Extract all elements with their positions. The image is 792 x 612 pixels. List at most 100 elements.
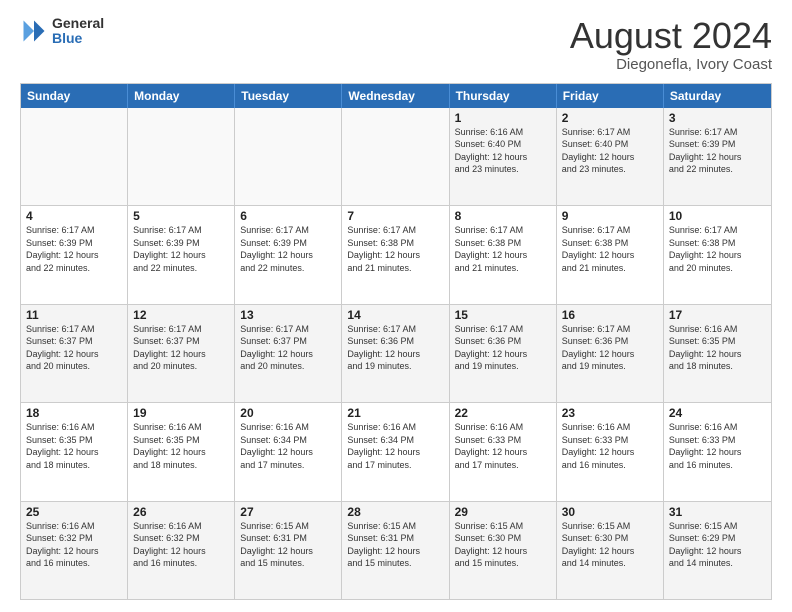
day-number: 19 [133, 406, 229, 420]
day-number: 5 [133, 209, 229, 223]
day-cell-16: 16Sunrise: 6:17 AM Sunset: 6:36 PM Dayli… [557, 305, 664, 402]
day-number: 29 [455, 505, 551, 519]
day-number: 16 [562, 308, 658, 322]
day-cell-14: 14Sunrise: 6:17 AM Sunset: 6:36 PM Dayli… [342, 305, 449, 402]
calendar-row-2: 4Sunrise: 6:17 AM Sunset: 6:39 PM Daylig… [21, 205, 771, 303]
day-number: 23 [562, 406, 658, 420]
day-number: 17 [669, 308, 766, 322]
day-number: 14 [347, 308, 443, 322]
day-info: Sunrise: 6:16 AM Sunset: 6:35 PM Dayligh… [669, 323, 766, 373]
day-info: Sunrise: 6:17 AM Sunset: 6:38 PM Dayligh… [455, 224, 551, 274]
day-info: Sunrise: 6:17 AM Sunset: 6:37 PM Dayligh… [26, 323, 122, 373]
day-cell-2: 2Sunrise: 6:17 AM Sunset: 6:40 PM Daylig… [557, 108, 664, 205]
day-info: Sunrise: 6:17 AM Sunset: 6:37 PM Dayligh… [133, 323, 229, 373]
empty-cell [235, 108, 342, 205]
calendar-row-4: 18Sunrise: 6:16 AM Sunset: 6:35 PM Dayli… [21, 402, 771, 500]
day-cell-27: 27Sunrise: 6:15 AM Sunset: 6:31 PM Dayli… [235, 502, 342, 599]
day-header-tuesday: Tuesday [235, 84, 342, 108]
day-info: Sunrise: 6:17 AM Sunset: 6:36 PM Dayligh… [455, 323, 551, 373]
day-number: 18 [26, 406, 122, 420]
day-info: Sunrise: 6:16 AM Sunset: 6:33 PM Dayligh… [455, 421, 551, 471]
day-cell-5: 5Sunrise: 6:17 AM Sunset: 6:39 PM Daylig… [128, 206, 235, 303]
day-info: Sunrise: 6:16 AM Sunset: 6:32 PM Dayligh… [26, 520, 122, 570]
day-cell-19: 19Sunrise: 6:16 AM Sunset: 6:35 PM Dayli… [128, 403, 235, 500]
day-cell-23: 23Sunrise: 6:16 AM Sunset: 6:33 PM Dayli… [557, 403, 664, 500]
day-number: 10 [669, 209, 766, 223]
calendar-row-3: 11Sunrise: 6:17 AM Sunset: 6:37 PM Dayli… [21, 304, 771, 402]
page: General Blue August 2024 Diegonefla, Ivo… [0, 0, 792, 612]
day-info: Sunrise: 6:16 AM Sunset: 6:35 PM Dayligh… [133, 421, 229, 471]
empty-cell [128, 108, 235, 205]
day-info: Sunrise: 6:16 AM Sunset: 6:34 PM Dayligh… [240, 421, 336, 471]
day-info: Sunrise: 6:15 AM Sunset: 6:30 PM Dayligh… [562, 520, 658, 570]
day-cell-12: 12Sunrise: 6:17 AM Sunset: 6:37 PM Dayli… [128, 305, 235, 402]
day-header-wednesday: Wednesday [342, 84, 449, 108]
logo-blue-text: Blue [52, 31, 104, 46]
day-header-saturday: Saturday [664, 84, 771, 108]
calendar-title: August 2024 [570, 16, 772, 56]
day-cell-31: 31Sunrise: 6:15 AM Sunset: 6:29 PM Dayli… [664, 502, 771, 599]
day-number: 2 [562, 111, 658, 125]
empty-cell [342, 108, 449, 205]
day-header-friday: Friday [557, 84, 664, 108]
day-cell-25: 25Sunrise: 6:16 AM Sunset: 6:32 PM Dayli… [21, 502, 128, 599]
day-info: Sunrise: 6:15 AM Sunset: 6:31 PM Dayligh… [240, 520, 336, 570]
logo-icon [20, 17, 48, 45]
day-info: Sunrise: 6:17 AM Sunset: 6:39 PM Dayligh… [26, 224, 122, 274]
day-cell-20: 20Sunrise: 6:16 AM Sunset: 6:34 PM Dayli… [235, 403, 342, 500]
day-info: Sunrise: 6:17 AM Sunset: 6:39 PM Dayligh… [240, 224, 336, 274]
day-number: 6 [240, 209, 336, 223]
logo-general-text: General [52, 16, 104, 31]
day-number: 4 [26, 209, 122, 223]
calendar: SundayMondayTuesdayWednesdayThursdayFrid… [20, 83, 772, 600]
day-cell-24: 24Sunrise: 6:16 AM Sunset: 6:33 PM Dayli… [664, 403, 771, 500]
day-number: 24 [669, 406, 766, 420]
day-info: Sunrise: 6:16 AM Sunset: 6:32 PM Dayligh… [133, 520, 229, 570]
day-cell-22: 22Sunrise: 6:16 AM Sunset: 6:33 PM Dayli… [450, 403, 557, 500]
day-info: Sunrise: 6:16 AM Sunset: 6:33 PM Dayligh… [669, 421, 766, 471]
day-number: 15 [455, 308, 551, 322]
day-cell-10: 10Sunrise: 6:17 AM Sunset: 6:38 PM Dayli… [664, 206, 771, 303]
day-cell-29: 29Sunrise: 6:15 AM Sunset: 6:30 PM Dayli… [450, 502, 557, 599]
day-info: Sunrise: 6:15 AM Sunset: 6:29 PM Dayligh… [669, 520, 766, 570]
day-header-monday: Monday [128, 84, 235, 108]
day-cell-28: 28Sunrise: 6:15 AM Sunset: 6:31 PM Dayli… [342, 502, 449, 599]
day-info: Sunrise: 6:17 AM Sunset: 6:38 PM Dayligh… [347, 224, 443, 274]
empty-cell [21, 108, 128, 205]
day-number: 8 [455, 209, 551, 223]
logo: General Blue [20, 16, 104, 47]
day-cell-26: 26Sunrise: 6:16 AM Sunset: 6:32 PM Dayli… [128, 502, 235, 599]
day-info: Sunrise: 6:17 AM Sunset: 6:38 PM Dayligh… [562, 224, 658, 274]
day-cell-18: 18Sunrise: 6:16 AM Sunset: 6:35 PM Dayli… [21, 403, 128, 500]
day-number: 1 [455, 111, 551, 125]
day-info: Sunrise: 6:15 AM Sunset: 6:30 PM Dayligh… [455, 520, 551, 570]
day-cell-8: 8Sunrise: 6:17 AM Sunset: 6:38 PM Daylig… [450, 206, 557, 303]
day-info: Sunrise: 6:17 AM Sunset: 6:40 PM Dayligh… [562, 126, 658, 176]
day-number: 26 [133, 505, 229, 519]
day-info: Sunrise: 6:15 AM Sunset: 6:31 PM Dayligh… [347, 520, 443, 570]
day-number: 28 [347, 505, 443, 519]
day-info: Sunrise: 6:17 AM Sunset: 6:39 PM Dayligh… [133, 224, 229, 274]
day-info: Sunrise: 6:17 AM Sunset: 6:38 PM Dayligh… [669, 224, 766, 274]
day-info: Sunrise: 6:17 AM Sunset: 6:36 PM Dayligh… [562, 323, 658, 373]
calendar-row-1: 1Sunrise: 6:16 AM Sunset: 6:40 PM Daylig… [21, 108, 771, 205]
day-cell-3: 3Sunrise: 6:17 AM Sunset: 6:39 PM Daylig… [664, 108, 771, 205]
day-info: Sunrise: 6:17 AM Sunset: 6:36 PM Dayligh… [347, 323, 443, 373]
day-cell-13: 13Sunrise: 6:17 AM Sunset: 6:37 PM Dayli… [235, 305, 342, 402]
day-number: 31 [669, 505, 766, 519]
day-number: 9 [562, 209, 658, 223]
day-number: 27 [240, 505, 336, 519]
day-cell-17: 17Sunrise: 6:16 AM Sunset: 6:35 PM Dayli… [664, 305, 771, 402]
day-number: 7 [347, 209, 443, 223]
day-number: 21 [347, 406, 443, 420]
calendar-row-5: 25Sunrise: 6:16 AM Sunset: 6:32 PM Dayli… [21, 501, 771, 599]
day-info: Sunrise: 6:16 AM Sunset: 6:35 PM Dayligh… [26, 421, 122, 471]
day-cell-15: 15Sunrise: 6:17 AM Sunset: 6:36 PM Dayli… [450, 305, 557, 402]
day-info: Sunrise: 6:16 AM Sunset: 6:34 PM Dayligh… [347, 421, 443, 471]
logo-text: General Blue [52, 16, 104, 47]
day-number: 30 [562, 505, 658, 519]
day-cell-11: 11Sunrise: 6:17 AM Sunset: 6:37 PM Dayli… [21, 305, 128, 402]
day-cell-1: 1Sunrise: 6:16 AM Sunset: 6:40 PM Daylig… [450, 108, 557, 205]
day-cell-6: 6Sunrise: 6:17 AM Sunset: 6:39 PM Daylig… [235, 206, 342, 303]
calendar-body: 1Sunrise: 6:16 AM Sunset: 6:40 PM Daylig… [21, 108, 771, 599]
